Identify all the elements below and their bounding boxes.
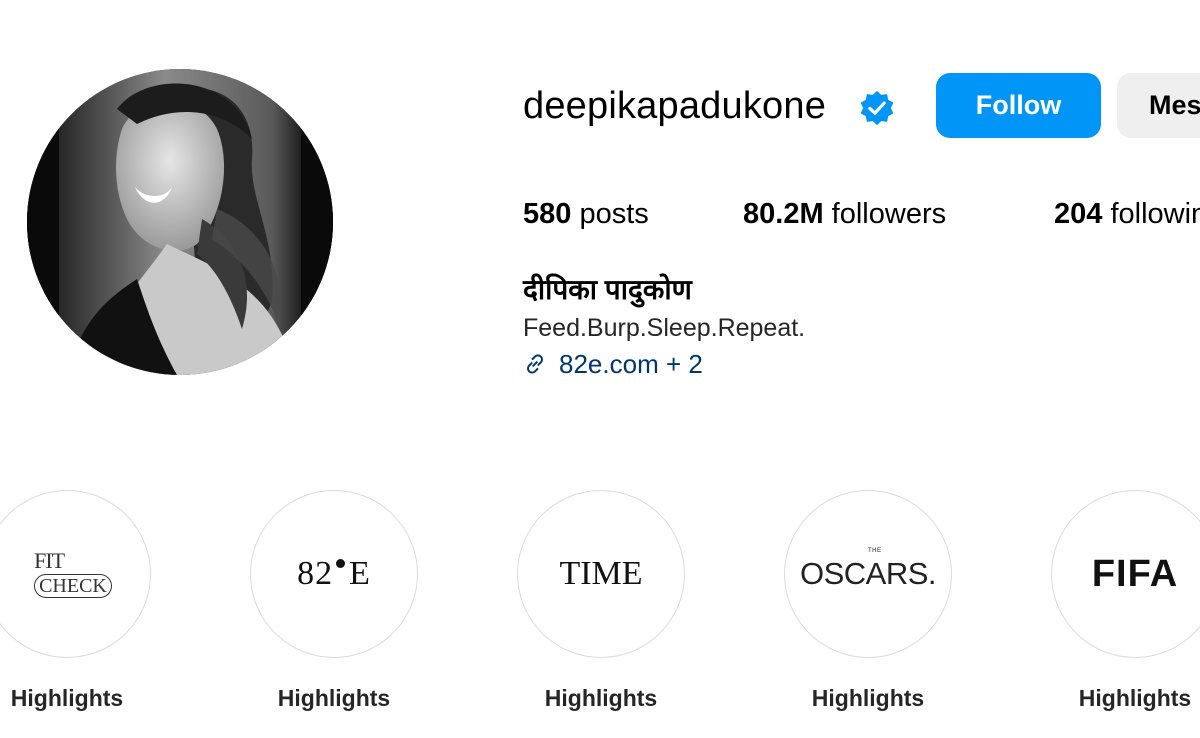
posts-stat: 580 posts [523,195,649,233]
oscars-logo: THE OSCARS. [799,548,937,591]
followers-label: followers [831,198,947,230]
fifa-logo: FIFA [1091,552,1179,595]
following-label: following [1110,198,1200,230]
following-link[interactable]: 204 following [1054,195,1200,233]
bio-external-link[interactable]: 82e.com + 2 [523,347,703,381]
link-chain-icon [527,354,543,374]
avatar-photo-image [27,69,333,375]
82e-logo: 82 E [297,555,371,592]
profile-avatar[interactable] [27,69,333,375]
highlight-label: Highlights [1078,685,1192,711]
highlight-cover: FIFA [1051,490,1200,658]
highlight-cover: FIT CHECK [0,490,151,658]
highlight-cover: TIME [517,490,685,658]
posts-count: 580 [523,198,572,230]
highlight-fit-check[interactable]: FIT CHECK Highlights [0,490,153,712]
followers-count: 80.2M [743,198,824,230]
followers-link[interactable]: 80.2M followers [743,195,946,233]
verified-badge-icon [860,90,894,126]
fit-check-logo: FIT CHECK [34,550,112,598]
profile-bio: Feed.Burp.Sleep.Repeat. [523,314,806,342]
highlight-fifa[interactable]: FIFA Highlights [1049,490,1200,712]
highlight-oscars[interactable]: THE OSCARS. Highlights [782,490,954,712]
bio-link-text: 82e.com + 2 [559,349,703,379]
dot-glyph [336,559,346,568]
time-logo: TIME [559,555,643,592]
highlight-label: Highlights [10,685,124,711]
profile-page: deepikapadukone Follow Message 580 posts… [0,0,1200,738]
profile-username: deepikapadukone [523,85,827,127]
highlight-label: Highlights [277,685,391,711]
follow-button[interactable]: Follow [936,73,1101,138]
highlight-label: Highlights [811,685,925,711]
profile-full-name: दीपिका पादुकोण [523,274,692,305]
following-count: 204 [1054,198,1103,230]
posts-label: posts [579,198,649,230]
highlight-cover: 82 E [250,490,418,658]
highlight-label: Highlights [544,685,658,711]
highlight-82e[interactable]: 82 E Highlights [248,490,420,712]
highlight-cover: THE OSCARS. [784,490,952,658]
highlight-time[interactable]: TIME Highlights [515,490,687,712]
message-button[interactable]: Message [1117,73,1200,138]
